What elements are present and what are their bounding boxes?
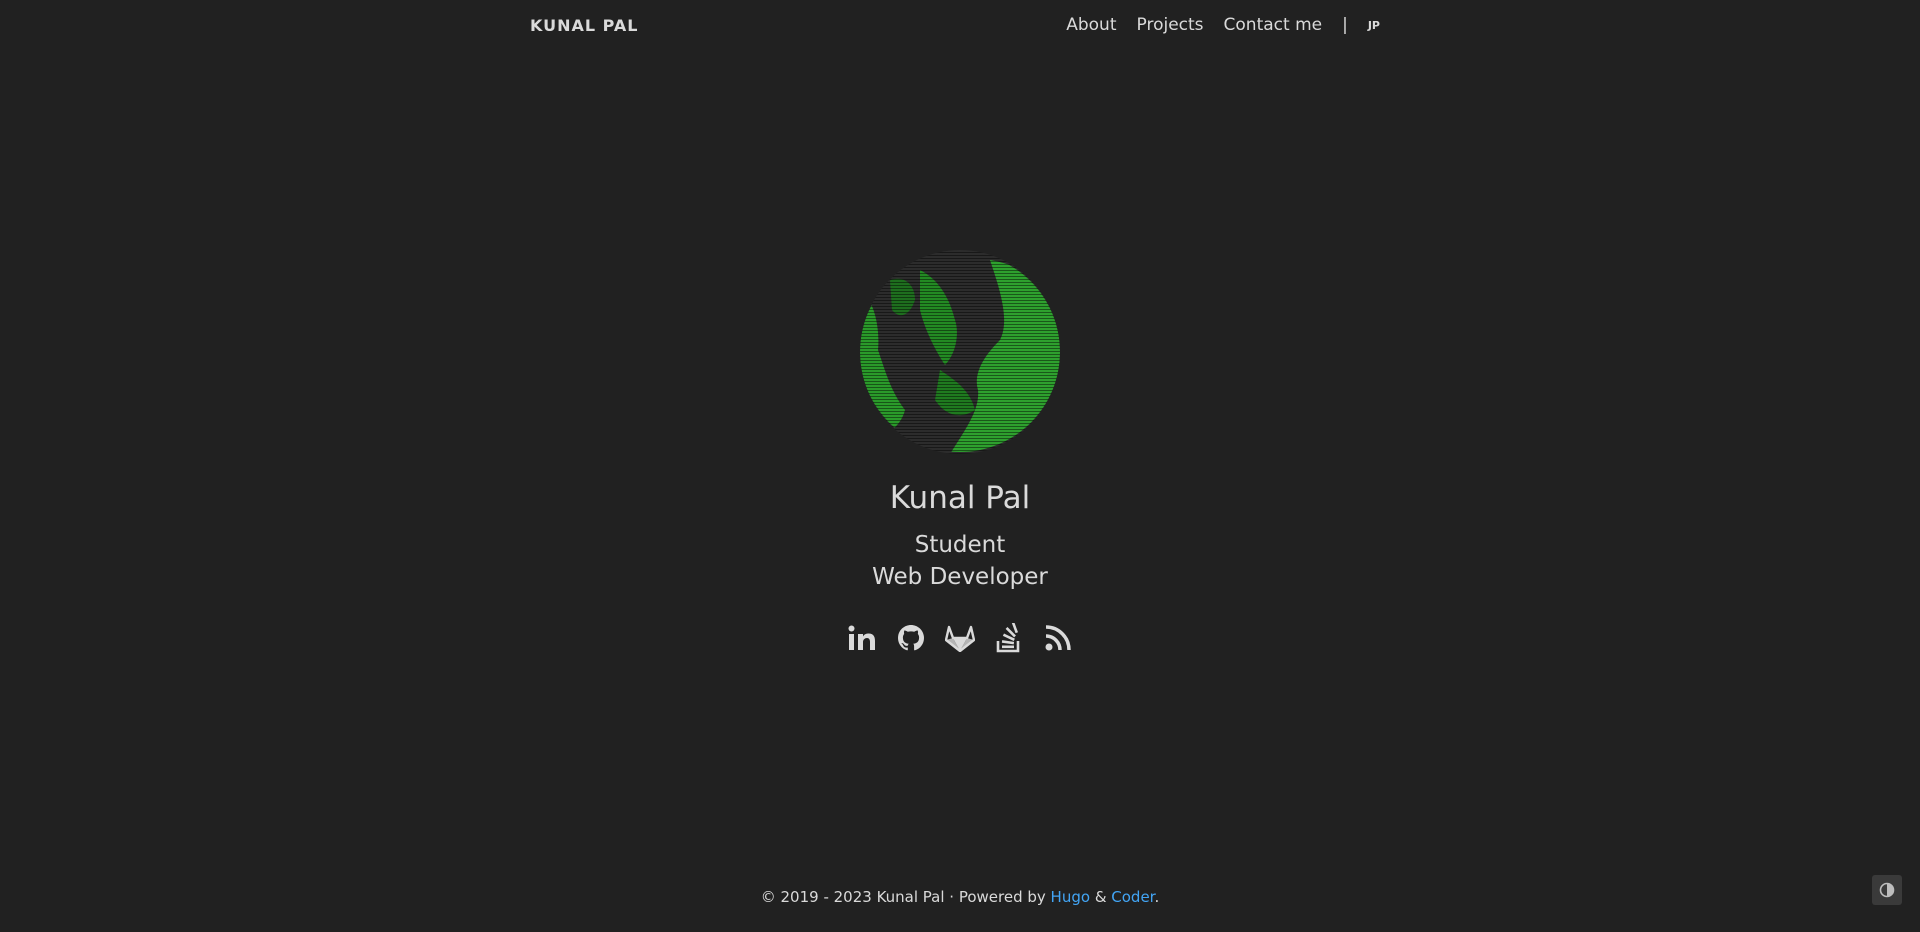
- main-content: Kunal Pal Student Web Developer: [0, 0, 1920, 932]
- rss-link[interactable]: [1042, 622, 1074, 654]
- footer-copyright: © 2019 - 2023 Kunal Pal · Powered by: [760, 888, 1051, 906]
- hugo-link[interactable]: Hugo: [1051, 888, 1091, 906]
- theme-toggle-button[interactable]: [1872, 875, 1902, 905]
- linkedin-icon: [848, 625, 875, 650]
- profile-name: Kunal Pal: [889, 480, 1031, 516]
- footer: © 2019 - 2023 Kunal Pal · Powered by Hug…: [0, 888, 1920, 906]
- coder-link[interactable]: Coder: [1111, 888, 1154, 906]
- contrast-icon: [1879, 882, 1895, 898]
- profile-role-webdev: Web Developer: [872, 564, 1048, 590]
- avatar: [860, 250, 1060, 454]
- gitlab-icon: [945, 625, 975, 652]
- avatar-scanlines: [860, 250, 1060, 454]
- profile-role-student: Student: [914, 532, 1006, 558]
- github-icon: [898, 625, 924, 651]
- rss-icon: [1045, 625, 1071, 651]
- footer-suffix: .: [1154, 888, 1160, 906]
- gitlab-link[interactable]: [944, 622, 976, 654]
- stackoverflow-icon: [996, 623, 1020, 653]
- linkedin-link[interactable]: [846, 622, 878, 654]
- stackoverflow-link[interactable]: [993, 622, 1025, 654]
- github-link[interactable]: [895, 622, 927, 654]
- social-links: [846, 622, 1074, 654]
- footer-amp: &: [1090, 888, 1112, 906]
